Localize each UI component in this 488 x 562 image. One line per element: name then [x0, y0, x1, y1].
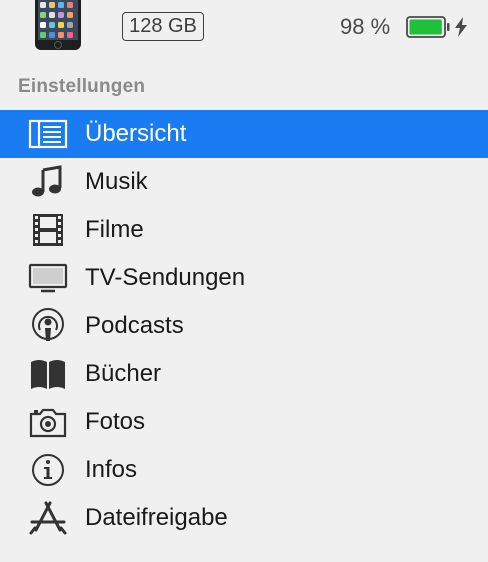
sidebar-item-dateifreigabe[interactable]: Dateifreigabe [0, 494, 488, 542]
battery-icon [406, 16, 450, 38]
sidebar-item-label: Podcasts [85, 312, 184, 339]
sidebar-item-musik[interactable]: Musik [0, 158, 488, 206]
sidebar-item-tv-sendungen[interactable]: TV-Sendungen [0, 254, 488, 302]
info-icon [32, 454, 64, 486]
music-note-icon [32, 165, 62, 197]
section-title: Einstellungen [18, 76, 146, 97]
battery-percentage: 98 % [340, 14, 391, 39]
camera-icon [29, 408, 67, 438]
sidebar-item-label: Filme [85, 216, 144, 243]
sidebar-item-fotos[interactable]: Fotos [0, 398, 488, 446]
sidebar-item-label: TV-Sendungen [85, 264, 246, 291]
sidebar-item-filme[interactable]: Filme [0, 206, 488, 254]
sidebar-item-label: Infos [85, 456, 138, 483]
sidebar-item-label: Musik [85, 168, 148, 195]
sidebar-item-label: Übersicht [85, 120, 187, 147]
sidebar-item-label: Bücher [85, 360, 162, 387]
summary-icon [28, 119, 68, 149]
sidebar-item-label: Dateifreigabe [85, 504, 228, 531]
storage-capacity-badge: 128 GB [122, 12, 204, 41]
charging-bolt-icon [455, 17, 467, 37]
sidebar-list: Übersicht Musik Filme TV-Sendungen Podca… [0, 110, 488, 542]
film-strip-icon [33, 214, 63, 246]
sidebar-item-infos[interactable]: Infos [0, 446, 488, 494]
sidebar-item-uebersicht[interactable]: Übersicht [0, 110, 488, 158]
podcast-icon [32, 308, 64, 341]
device-header: 128 GB 98 % [0, 0, 488, 60]
book-icon [31, 360, 65, 389]
tv-icon [28, 263, 68, 293]
sidebar-item-label: Fotos [85, 408, 146, 435]
app-store-icon [29, 501, 67, 535]
sidebar-item-podcasts[interactable]: Podcasts [0, 302, 488, 350]
iphone-icon[interactable] [34, 0, 82, 52]
sidebar-item-buecher[interactable]: Bücher [0, 350, 488, 398]
